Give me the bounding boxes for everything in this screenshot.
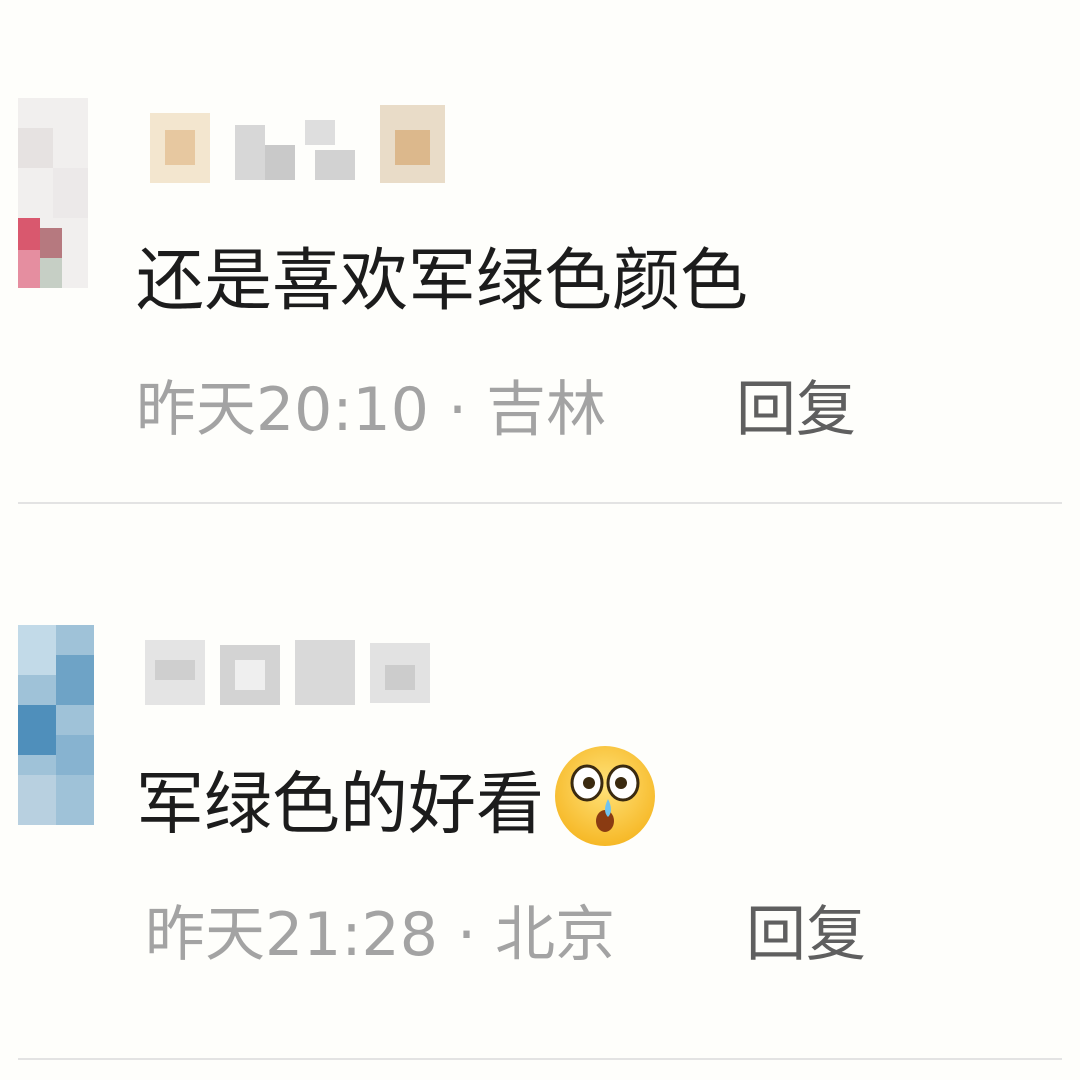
meta-separator: · — [457, 900, 477, 970]
username-pixel — [165, 130, 195, 165]
avatar-pixel — [18, 625, 56, 675]
comment-location: 吉林 — [486, 375, 607, 445]
comment-item: 还是喜欢军绿色颜色 昨天20:10 · 吉林 回复 — [0, 0, 1080, 505]
comment-time: 昨天20:10 — [136, 375, 429, 445]
reply-button[interactable]: 回复 — [746, 905, 866, 965]
avatar[interactable] — [18, 625, 94, 825]
comment-meta: 昨天21:28 · 北京 — [145, 905, 615, 965]
comment-text: 军绿色的好看 — [136, 746, 660, 863]
username-pixel — [295, 640, 355, 705]
username-pixel — [235, 660, 265, 690]
surprised-tear-emoji-icon — [550, 741, 660, 863]
username[interactable] — [145, 635, 435, 715]
avatar-pixel — [53, 168, 88, 218]
avatar-pixel — [56, 655, 94, 705]
meta-separator: · — [448, 375, 468, 445]
avatar-pixel — [18, 250, 40, 288]
avatar-pixel — [40, 258, 62, 288]
avatar[interactable] — [18, 98, 88, 288]
reply-button[interactable]: 回复 — [736, 380, 856, 440]
username[interactable] — [145, 105, 455, 185]
username-pixel — [305, 120, 335, 145]
avatar-pixel — [40, 228, 62, 258]
comment-time: 昨天21:28 — [145, 900, 438, 970]
comment-location: 北京 — [495, 900, 616, 970]
divider — [18, 1058, 1062, 1060]
avatar-pixel — [18, 775, 56, 825]
avatar-pixel — [18, 705, 56, 755]
username-pixel — [385, 665, 415, 690]
comment-text-content: 军绿色的好看 — [136, 765, 545, 845]
username-pixel — [265, 145, 295, 180]
username-pixel — [315, 150, 355, 180]
username-pixel — [395, 130, 430, 165]
avatar-pixel — [18, 218, 40, 250]
comment-text: 还是喜欢军绿色颜色 — [136, 242, 749, 321]
avatar-pixel — [56, 735, 94, 775]
comment-item: 军绿色的好看 昨天21:28 · 北京 回复 — [0, 505, 1080, 1080]
comment-meta: 昨天20:10 · 吉林 — [136, 380, 606, 440]
divider — [18, 502, 1062, 504]
username-pixel — [235, 125, 265, 180]
avatar-pixel — [18, 128, 53, 168]
username-pixel — [155, 660, 195, 680]
